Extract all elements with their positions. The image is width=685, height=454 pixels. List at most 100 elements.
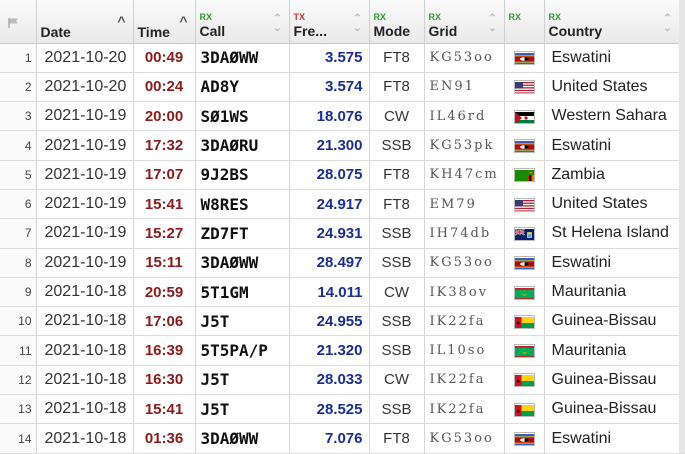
- cell-frequency: 28.075: [289, 160, 370, 190]
- cell-grid: IK38ov: [424, 277, 505, 308]
- cell-grid: EN91: [424, 72, 505, 103]
- flag-filter-icon: [8, 18, 18, 28]
- table-row[interactable]: 2 2021-10-20 00:24 AD8Y 3.574 FT8 EN91 United S…: [0, 72, 685, 103]
- cell-mode: CW: [369, 365, 425, 396]
- column-header-frequency[interactable]: TX Fre... ⌃ ⌄: [289, 0, 370, 44]
- cell-callsign: AD8Y: [195, 72, 290, 103]
- row-number: 5: [0, 160, 37, 190]
- table-row[interactable]: 10 2021-10-18 17:06 J5T 24.955 SSB IK22fa Guine…: [0, 306, 685, 337]
- cell-callsign: J5T: [195, 306, 290, 337]
- qso-log-table: Date ^ Time ^ RX Call ⌃ ⌄ TX Fre... ⌃ ⌄ RX…: [0, 0, 685, 454]
- rx-indicator: RX: [428, 12, 442, 22]
- cell-callsign: 3DAØRU: [195, 130, 290, 161]
- cell-callsign: W8RES: [195, 189, 290, 220]
- cell-mode: SSB: [369, 130, 425, 161]
- table-row[interactable]: 1 2021-10-20 00:49 3DAØWW 3.575 FT8 KG53oo Eswa…: [0, 43, 685, 73]
- row-number: 2: [0, 72, 37, 103]
- cell-time: 17:06: [133, 306, 196, 337]
- table-row[interactable]: 7 2021-10-19 15:27 ZD7FT 24.931 SSB IH74db St H…: [0, 218, 685, 249]
- sort-ascending-icon[interactable]: ^: [117, 13, 125, 29]
- cell-country: Guinea-Bissau: [544, 306, 685, 337]
- cell-mode: FT8: [369, 72, 425, 103]
- column-header-time[interactable]: Time ^: [133, 0, 196, 44]
- cell-date: 2021-10-19: [36, 248, 134, 278]
- cell-mode: FT8: [369, 189, 425, 220]
- zambia-flag-icon: [513, 168, 535, 183]
- cell-flag: [504, 248, 545, 278]
- cell-date: 2021-10-18: [36, 277, 134, 308]
- table-row[interactable]: 4 2021-10-19 17:32 3DAØRU 21.300 SSB KG53pk Esw…: [0, 130, 685, 161]
- column-header-flag[interactable]: RX: [504, 0, 545, 44]
- cell-grid: EM79: [424, 189, 505, 220]
- cell-country: Guinea-Bissau: [544, 365, 685, 396]
- row-selector-header[interactable]: [0, 0, 37, 44]
- column-header-grid[interactable]: RX Grid ⌃ ⌄: [424, 0, 505, 44]
- cell-time: 16:39: [133, 335, 196, 366]
- cell-time: 15:11: [133, 248, 196, 278]
- cell-grid: IK22fa: [424, 306, 505, 337]
- wsahara-flag-icon: [513, 109, 535, 124]
- cell-callsign: 5T1GM: [195, 277, 290, 308]
- usa-flag-icon: [513, 197, 535, 212]
- cell-grid: IL46rd: [424, 101, 505, 132]
- cell-country: Eswatini: [544, 130, 685, 161]
- table-row[interactable]: 12 2021-10-18 16:30 J5T 28.033 CW IK22fa Guinea…: [0, 365, 685, 396]
- column-header-country[interactable]: RX Country ⌃ ⌄: [544, 0, 685, 44]
- cell-frequency: 24.931: [289, 218, 370, 249]
- row-number: 9: [0, 277, 37, 308]
- sort-toggle-icon[interactable]: ⌃ ⌄: [663, 14, 673, 34]
- cell-date: 2021-10-19: [36, 130, 134, 161]
- table-row[interactable]: 9 2021-10-18 20:59 5T1GM 14.011 CW IK38ov Mauri…: [0, 277, 685, 308]
- row-number: 8: [0, 248, 37, 278]
- cell-time: 00:24: [133, 72, 196, 103]
- cell-mode: FT8: [369, 43, 425, 73]
- cell-mode: FT8: [369, 160, 425, 190]
- column-label-call: Call: [199, 23, 226, 39]
- table-row[interactable]: 11 2021-10-18 16:39 5T5PA/P 21.320 SSB IL10so M…: [0, 335, 685, 366]
- cell-flag: [504, 72, 545, 103]
- cell-date: 2021-10-18: [36, 423, 134, 454]
- table-row[interactable]: 8 2021-10-19 15:11 3DAØWW 28.497 SSB KG53oo Esw…: [0, 248, 685, 278]
- row-number: 6: [0, 189, 37, 220]
- cell-date: 2021-10-20: [36, 72, 134, 103]
- swaziland-flag-icon: [513, 256, 535, 271]
- sort-ascending-icon[interactable]: ^: [179, 13, 187, 29]
- cell-frequency: 24.955: [289, 306, 370, 337]
- cell-country: United States: [544, 72, 685, 103]
- vertical-scrollbar[interactable]: [679, 0, 685, 453]
- cell-flag: [504, 43, 545, 73]
- table-row[interactable]: 5 2021-10-19 17:07 9J2BS 28.075 FT8 KH47cm Zamb…: [0, 160, 685, 190]
- cell-flag: [504, 189, 545, 220]
- cell-flag: [504, 130, 545, 161]
- table-row[interactable]: 13 2021-10-18 15:41 J5T 28.525 SSB IK22fa Guine…: [0, 394, 685, 425]
- cell-frequency: 28.525: [289, 394, 370, 425]
- sort-toggle-icon[interactable]: ⌃ ⌄: [353, 14, 363, 34]
- rx-indicator: RX: [548, 12, 562, 22]
- cell-time: 15:27: [133, 218, 196, 249]
- cell-country: United States: [544, 189, 685, 220]
- swaziland-flag-icon: [513, 51, 535, 66]
- cell-callsign: ZD7FT: [195, 218, 290, 249]
- cell-callsign: J5T: [195, 394, 290, 425]
- cell-frequency: 24.917: [289, 189, 370, 220]
- cell-frequency: 14.011: [289, 277, 370, 308]
- cell-date: 2021-10-19: [36, 218, 134, 249]
- table-row[interactable]: 3 2021-10-19 20:00 SØ1WS 18.076 CW IL46rd Weste…: [0, 101, 685, 132]
- table-row[interactable]: 6 2021-10-19 15:41 W8RES 24.917 FT8 EM79 United…: [0, 189, 685, 220]
- column-header-mode[interactable]: RX Mode: [369, 0, 425, 44]
- cell-grid: KG53oo: [424, 423, 505, 454]
- cell-mode: SSB: [369, 335, 425, 366]
- sort-toggle-icon[interactable]: ⌃ ⌄: [273, 14, 283, 34]
- column-header-call[interactable]: RX Call ⌃ ⌄: [195, 0, 290, 44]
- cell-callsign: SØ1WS: [195, 101, 290, 132]
- cell-mode: FT8: [369, 423, 425, 454]
- cell-country: Mauritania: [544, 277, 685, 308]
- column-label-frequency: Fre...: [293, 23, 327, 39]
- cell-grid: IH74db: [424, 218, 505, 249]
- sort-toggle-icon[interactable]: ⌃ ⌄: [488, 14, 498, 34]
- cell-flag: [504, 101, 545, 132]
- cell-frequency: 21.320: [289, 335, 370, 366]
- column-header-date[interactable]: Date ^: [36, 0, 134, 44]
- cell-grid: KH47cm: [424, 160, 505, 190]
- table-row[interactable]: 14 2021-10-18 01:36 3DAØWW 7.076 FT8 KG53oo Esw…: [0, 423, 685, 454]
